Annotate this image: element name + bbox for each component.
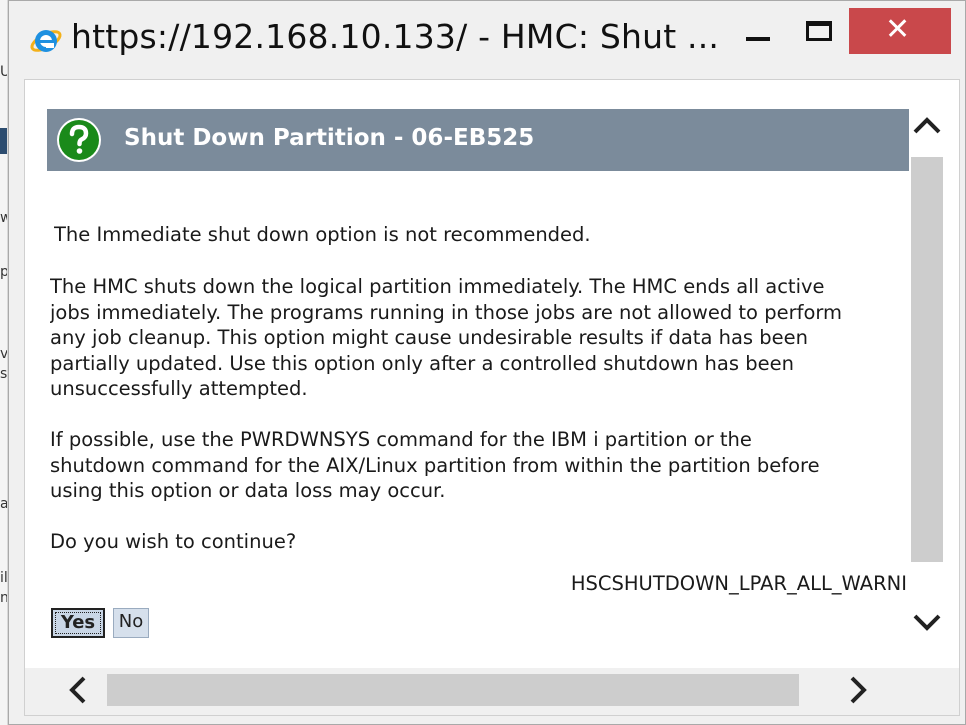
minimize-button[interactable] (733, 9, 783, 55)
maximize-icon (806, 21, 832, 41)
advice-paragraph: If possible, use the PWRDWNSYS command f… (50, 427, 914, 504)
window-title: https://192.168.10.133/ - HMC: Shut ... (71, 17, 720, 56)
close-button[interactable]: ✕ (849, 8, 951, 54)
title-bar[interactable]: https://192.168.10.133/ - HMC: Shut ... … (9, 1, 965, 79)
dialog-window: https://192.168.10.133/ - HMC: Shut ... … (8, 0, 966, 725)
chevron-right-icon[interactable] (840, 672, 876, 708)
message-line: jobs immediately. The programs running i… (50, 300, 843, 324)
vertical-scroll-thumb[interactable] (911, 157, 943, 562)
message-line: using this option or data loss may occur… (50, 479, 446, 503)
chevron-left-icon[interactable] (60, 672, 96, 708)
chevron-down-icon[interactable] (909, 604, 945, 640)
question-icon (57, 118, 101, 162)
maximize-button[interactable] (791, 9, 847, 55)
vertical-scrollbar[interactable] (909, 80, 959, 668)
message-line: The HMC shuts down the logical partition… (50, 275, 825, 298)
background-text: s (0, 366, 8, 382)
background-text: il (0, 570, 8, 586)
dialog-header: Shut Down Partition - 06-EB525 (47, 109, 909, 171)
background-text: a (0, 496, 8, 512)
message-line: any job cleanup. This option might cause… (50, 326, 808, 350)
message-code: HSCSHUTDOWN_LPAR_ALL_WARNI (570, 572, 907, 595)
message-line: unsuccessfully attempted. (50, 377, 308, 401)
background-text: v (0, 346, 8, 362)
yes-button[interactable]: Yes (51, 608, 105, 638)
message-line: Do you wish to continue? (50, 530, 297, 553)
internet-explorer-icon (30, 30, 62, 52)
background-text: n (0, 590, 8, 606)
warning-paragraph: The Immediate shut down option is not re… (54, 222, 918, 248)
background-text: p (0, 264, 7, 280)
message-line: partially updated. Use this option only … (50, 351, 794, 375)
dialog-title: Shut Down Partition - 06-EB525 (124, 125, 535, 151)
background-text: U (0, 64, 7, 80)
message-line: The Immediate shut down option is not re… (54, 223, 591, 246)
confirm-question: Do you wish to continue? (50, 529, 914, 555)
chevron-up-icon[interactable] (909, 108, 945, 144)
close-icon: ✕ (885, 12, 911, 47)
message-line: If possible, use the PWRDWNSYS command f… (50, 428, 752, 451)
background-text: w (0, 210, 7, 226)
minimize-icon (746, 37, 770, 41)
background-bar (0, 128, 7, 154)
background-window: U w p v s a il n (0, 0, 8, 725)
dialog-content: Shut Down Partition - 06-EB525 The Immed… (24, 79, 960, 716)
message-line: shutdown command for the AIX/Linux parti… (50, 453, 820, 477)
horizontal-scroll-thumb[interactable] (107, 674, 799, 706)
horizontal-scrollbar[interactable] (25, 668, 959, 715)
no-button[interactable]: No (113, 608, 149, 638)
description-paragraph: The HMC shuts down the logical partition… (50, 274, 914, 402)
